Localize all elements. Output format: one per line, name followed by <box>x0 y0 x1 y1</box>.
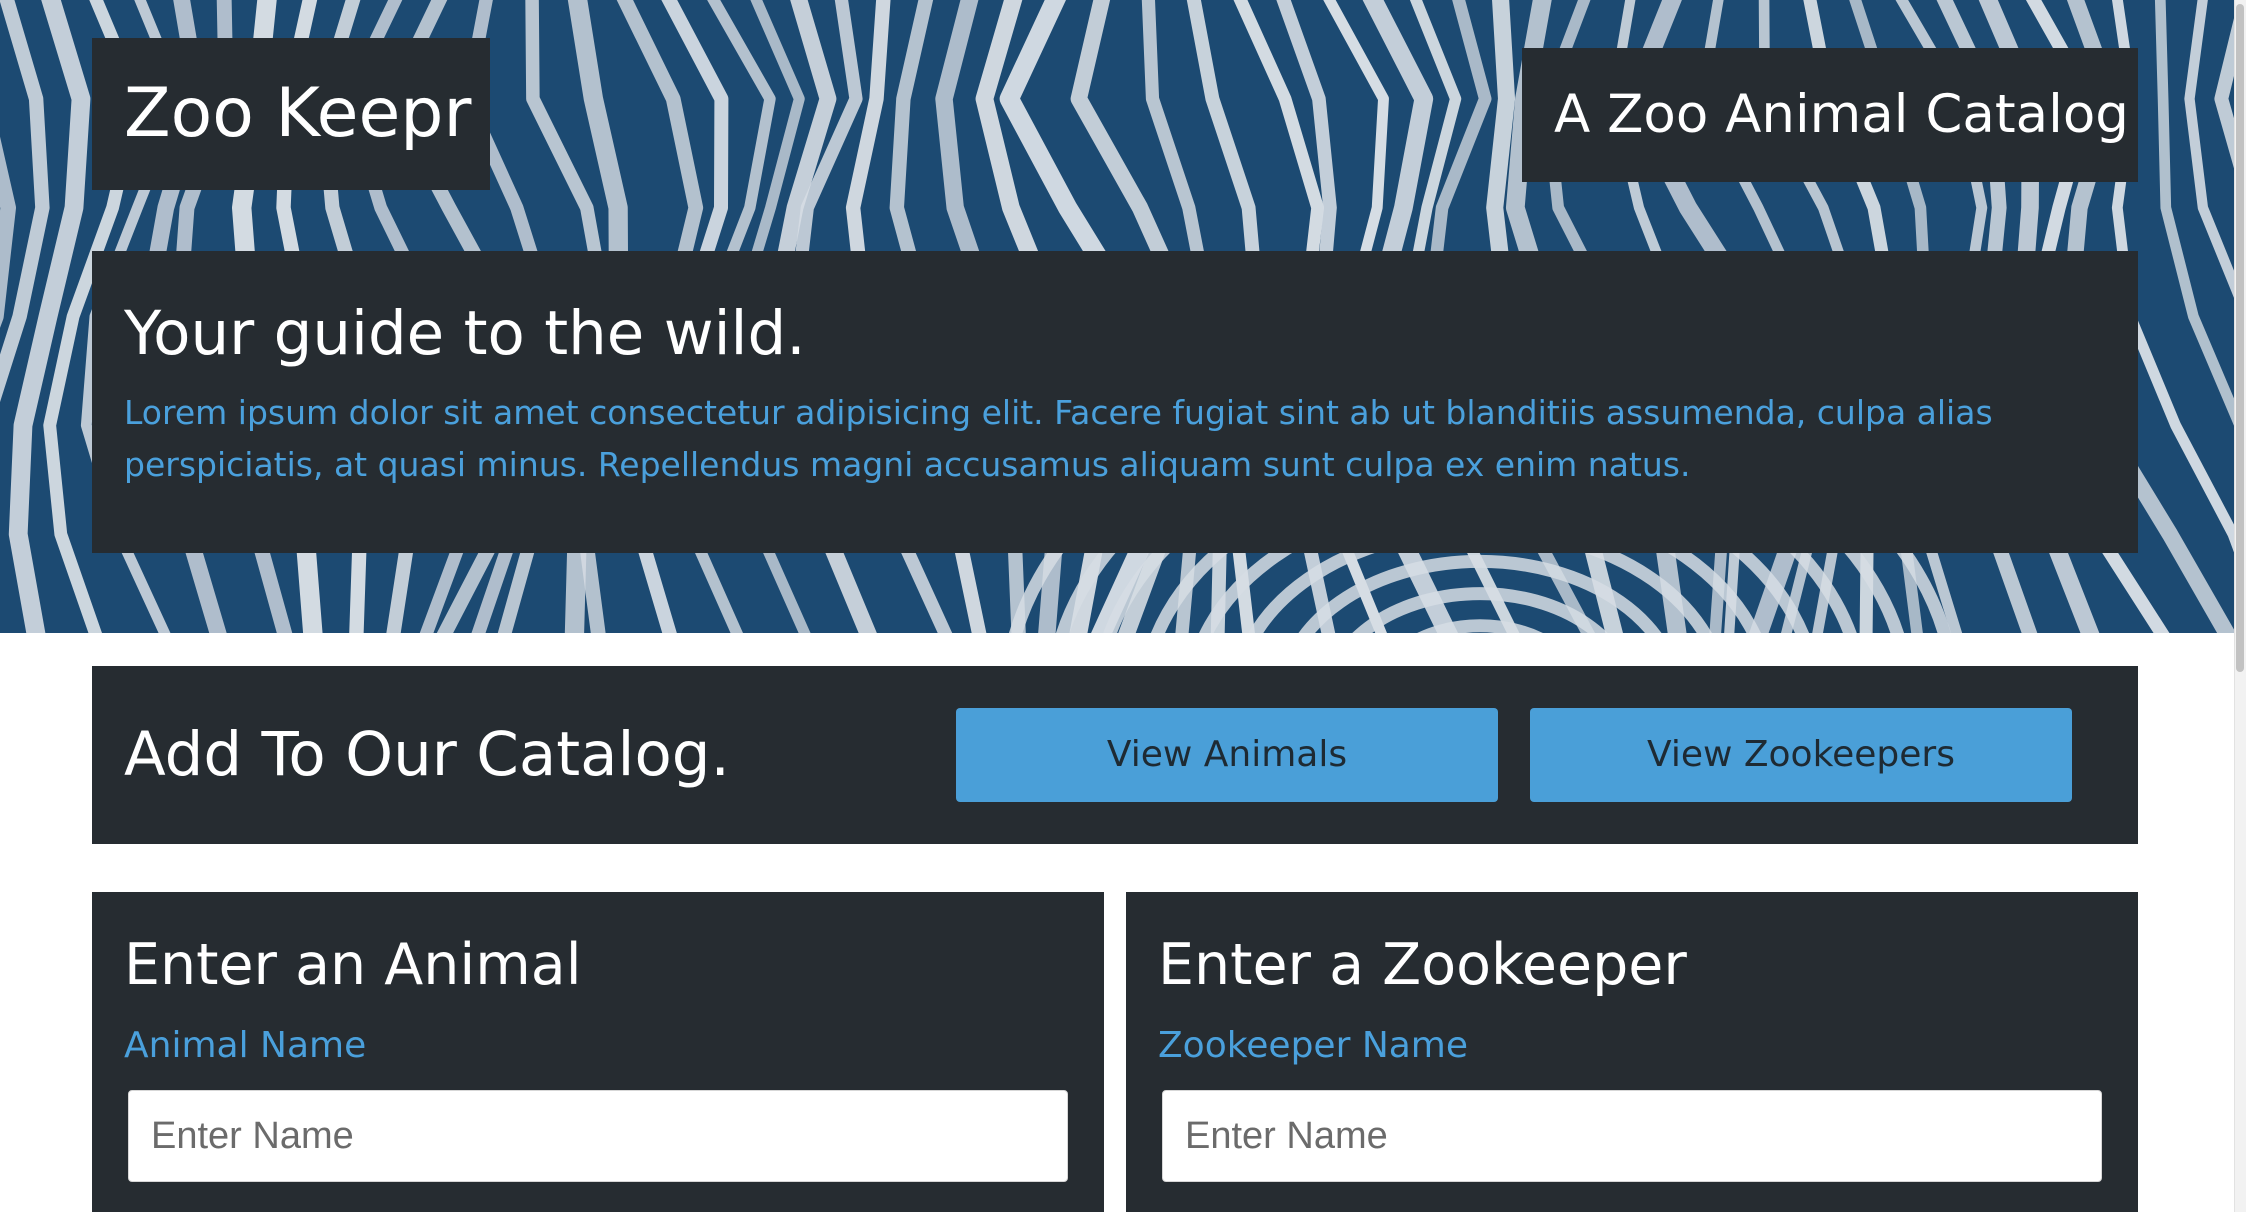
site-brand: Zoo Keepr <box>92 38 490 190</box>
animal-form-heading: Enter an Animal <box>124 932 582 998</box>
catalog-bar: Add To Our Catalog. View Animals View Zo… <box>92 666 2138 844</box>
hero-banner: Zoo Keepr A Zoo Animal Catalog Your guid… <box>0 0 2234 633</box>
animal-name-label: Animal Name <box>124 1025 367 1066</box>
animal-form-card: Enter an Animal Animal Name <box>92 892 1104 1212</box>
zookeeper-form-card: Enter a Zookeeper Zookeeper Name <box>1126 892 2138 1212</box>
view-zookeepers-button[interactable]: View Zookeepers <box>1530 708 2072 802</box>
intro-text: Lorem ipsum dolor sit amet consectetur a… <box>124 393 1993 484</box>
view-animals-button[interactable]: View Animals <box>956 708 1498 802</box>
intro-heading: Your guide to the wild. <box>124 298 806 369</box>
zookeeper-name-label: Zookeeper Name <box>1158 1025 1469 1066</box>
site-tagline: A Zoo Animal Catalog <box>1522 48 2138 182</box>
zookeeper-form-heading: Enter a Zookeeper <box>1158 932 1687 998</box>
catalog-heading: Add To Our Catalog. <box>124 719 730 790</box>
zookeeper-name-input[interactable] <box>1162 1090 2102 1182</box>
scrollbar-thumb[interactable] <box>2236 4 2244 672</box>
page: Zoo Keepr A Zoo Animal Catalog Your guid… <box>0 0 2246 1212</box>
animal-name-input[interactable] <box>128 1090 1068 1182</box>
page-scrollbar[interactable] <box>2234 0 2246 1212</box>
intro-panel: Your guide to the wild. Lorem ipsum dolo… <box>92 251 2138 553</box>
